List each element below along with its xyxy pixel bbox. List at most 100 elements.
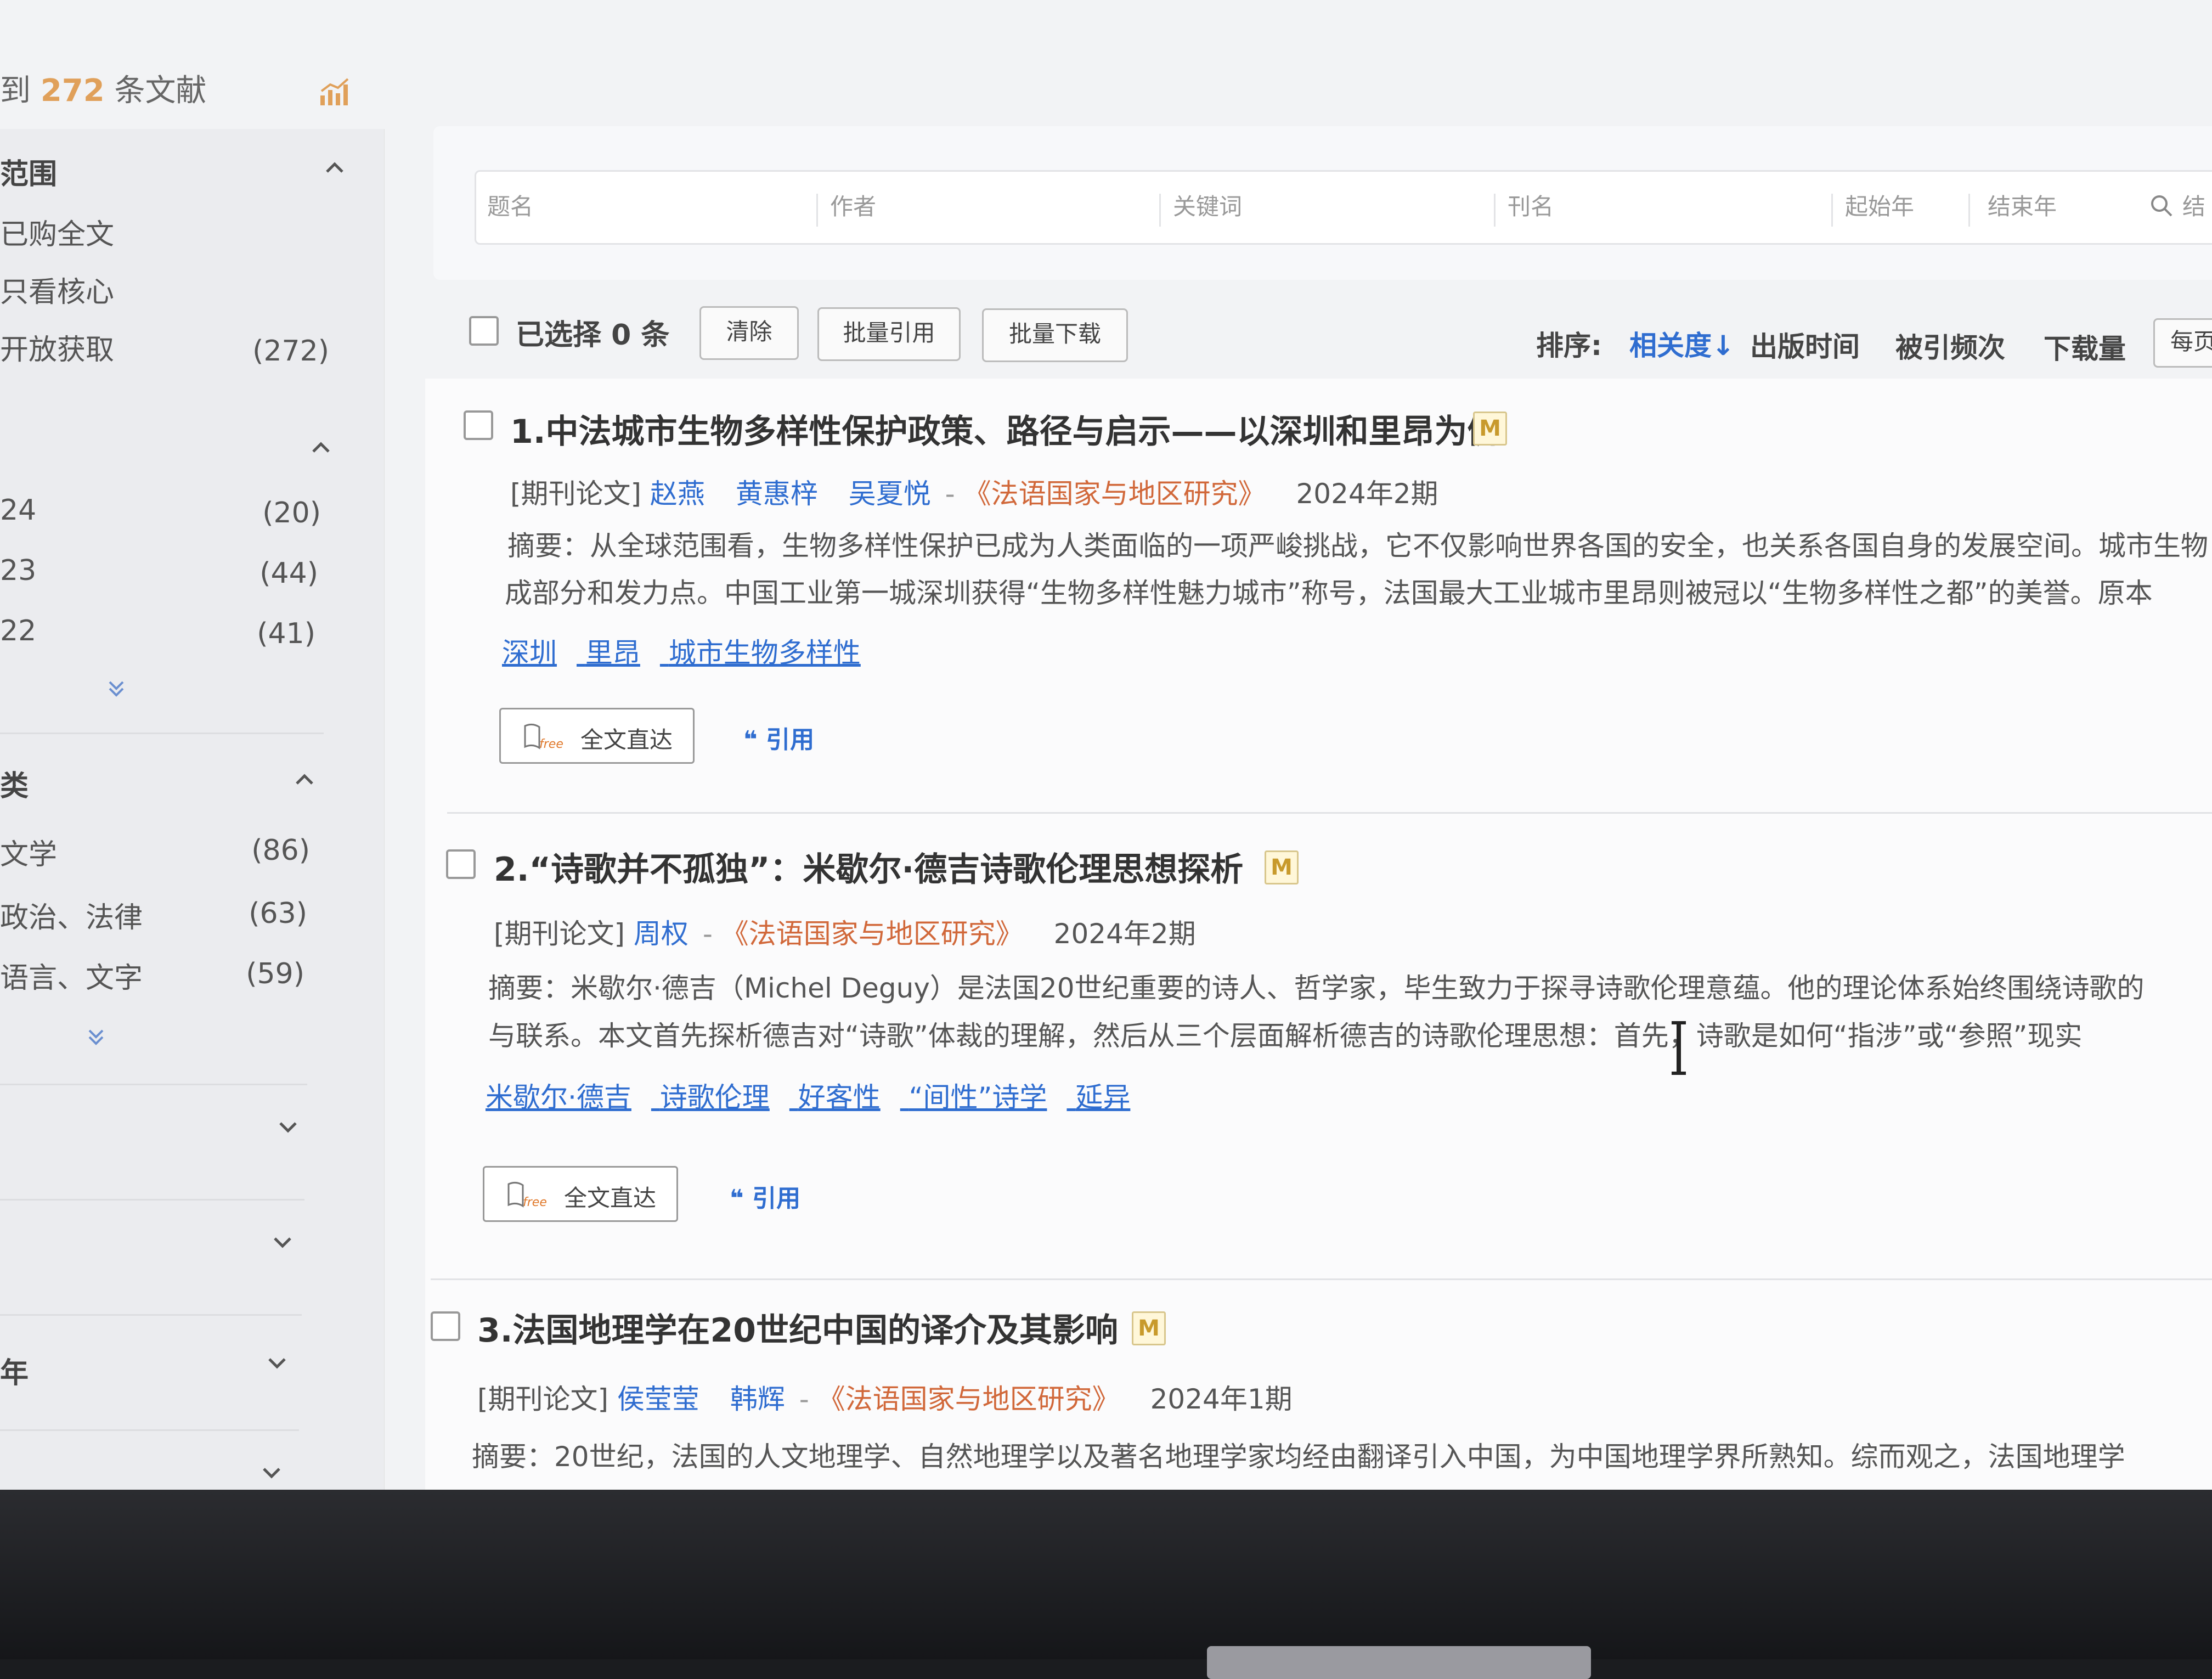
journal-link[interactable]: 《法语国家与地区研究》: [818, 1383, 1120, 1415]
text-cursor-icon: [1671, 1021, 1687, 1075]
keyword-link[interactable]: 城市生物多样性: [669, 637, 861, 669]
result-item: 1.中法城市生物多样性保护政策、路径与启示——以深圳和里昂为例 M [期刊论文]…: [425, 379, 2212, 823]
result-checkbox[interactable]: [446, 849, 476, 879]
result-checkbox[interactable]: [464, 410, 493, 440]
sort-label: 排序:: [1536, 330, 1602, 362]
journal-link[interactable]: 《法语国家与地区研究》: [721, 918, 1023, 950]
keyword-link[interactable]: 好客性: [798, 1081, 881, 1113]
expand-more-icon[interactable]: [105, 678, 127, 700]
full-text-button[interactable]: free 全文直达: [483, 1166, 678, 1222]
result-abstract-line: 摘要：从全球范围看，生物多样性保护已成为人类面临的一项严峻挑战，它不仅影响世界各…: [507, 530, 2208, 562]
keyword-link[interactable]: “间性”诗学: [909, 1081, 1047, 1113]
result-count: 到 272 条文献: [0, 66, 207, 110]
divider: [0, 1314, 302, 1316]
divider: [0, 733, 324, 734]
title-field[interactable]: 题名: [487, 188, 533, 222]
per-page-select[interactable]: 每页: [2153, 318, 2212, 368]
chevron-down-icon[interactable]: [277, 1117, 299, 1139]
author-field[interactable]: 作者: [830, 188, 876, 222]
result-abstract-line: 与联系。本文首先探析德吉对“诗歌”体裁的理解，然后从三个层面解析德吉的诗歌伦理思…: [488, 1020, 2083, 1052]
result-abstract-line: 摘要：米歇尔·德吉（Michel Deguy）是法国20世纪重要的诗人、哲学家，…: [488, 972, 2145, 1004]
field-separator: [816, 194, 818, 227]
result-issue: 2024年2期: [1296, 478, 1438, 510]
result-title[interactable]: 2.“诗歌并不孤独”：米歇尔·德吉诗歌伦理思想探析: [494, 843, 1243, 891]
sort-citations[interactable]: 被引频次: [1895, 326, 2005, 365]
chevron-down-icon[interactable]: [272, 1232, 294, 1254]
author-link[interactable]: 周权: [634, 918, 689, 950]
author-link[interactable]: 赵燕: [650, 478, 705, 510]
batch-download-button[interactable]: 批量下载: [982, 308, 1128, 362]
batch-cite-button[interactable]: 批量引用: [817, 307, 961, 361]
journal-field[interactable]: 刊名: [1508, 188, 1554, 222]
free-book-icon: free: [506, 1180, 550, 1209]
search-icon[interactable]: [2149, 194, 2174, 218]
result-issue: 2024年2期: [1053, 918, 1196, 950]
facet-item-literature[interactable]: 文学: [0, 831, 57, 872]
sort-downloads[interactable]: 下载量: [2044, 327, 2126, 367]
clear-button[interactable]: 清除: [699, 306, 799, 360]
chevron-up-icon[interactable]: [310, 436, 332, 458]
advanced-search-bar: 题名 作者 关键词 刊名 起始年 结束年 结: [475, 170, 2212, 245]
facet-count-2023: (44): [259, 557, 318, 590]
start-year-field[interactable]: 起始年: [1845, 188, 1914, 222]
author-link[interactable]: 侯莹莹: [617, 1383, 699, 1415]
facet-item-politics-law[interactable]: 政治、法律: [0, 894, 143, 936]
keyword-link[interactable]: 里昂: [585, 637, 640, 669]
quote-icon: ❝: [730, 1185, 753, 1213]
keyword-link[interactable]: 米歇尔·德吉: [486, 1081, 631, 1113]
keyword-link[interactable]: 深圳: [502, 637, 557, 669]
facet-item-purchased[interactable]: 已购全文: [0, 211, 114, 252]
facet-count-2024: (20): [262, 497, 321, 529]
search-in-results[interactable]: 结: [2182, 188, 2205, 222]
chevron-up-icon[interactable]: [294, 768, 315, 790]
journal-link[interactable]: 《法语国家与地区研究》: [964, 478, 1266, 510]
author-link[interactable]: 黄惠梓: [736, 478, 818, 510]
sort-publish-date[interactable]: 出版时间: [1750, 325, 1860, 364]
facet-item-year-2024[interactable]: 24: [0, 494, 36, 527]
filter-sidebar: 范围 已购全文 只看核心 开放获取 (272) 24 (20) 23 (44) …: [0, 129, 385, 1490]
divider: [431, 1278, 2212, 1280]
facet-count-politics-law: (63): [249, 897, 307, 930]
chevron-up-icon[interactable]: [324, 156, 346, 178]
count-suffix: 条文献: [114, 73, 207, 109]
author-link[interactable]: 吴夏悦: [849, 478, 931, 510]
result-abstract-line: 摘要：20世纪，法国的人文地理学、自然地理学以及著名地理学家均经由翻译引入中国，…: [472, 1441, 2125, 1473]
expand-more-icon[interactable]: [85, 1026, 107, 1048]
result-type: [期刊论文]: [494, 918, 625, 950]
facet-item-year-2023[interactable]: 23: [0, 554, 36, 587]
m-badge-icon: M: [1265, 850, 1299, 884]
facet-item-language[interactable]: 语言、文字: [0, 955, 143, 996]
author-link[interactable]: 韩辉: [730, 1383, 785, 1415]
analysis-chart-icon[interactable]: [318, 77, 351, 108]
full-text-button[interactable]: free 全文直达: [499, 708, 695, 764]
sort-relevance[interactable]: 相关度↓: [1629, 324, 1735, 363]
cite-link[interactable]: ❝ 引用: [730, 1179, 800, 1214]
result-title[interactable]: 1.中法城市生物多样性保护政策、路径与启示——以深圳和里昂为例: [510, 405, 1500, 453]
result-meta: [期刊论文] 赵燕 黄惠梓 吴夏悦 - 《法语国家与地区研究》 2024年2期: [510, 478, 1438, 510]
result-checkbox[interactable]: [431, 1311, 460, 1341]
result-abstract-line: 成部分和发力点。中国工业第一城深圳获得“生物多样性魅力城市”称号，法国最大工业城…: [505, 577, 2153, 609]
facet-item-open-access[interactable]: 开放获取: [0, 326, 114, 368]
cite-label: 引用: [752, 1185, 801, 1213]
end-year-field[interactable]: 结束年: [1988, 188, 2057, 222]
chevron-down-icon[interactable]: [261, 1462, 283, 1484]
screen: 到 272 条文献 范围 已购全文 只看核心 开放获取 (272) 24 (20…: [0, 0, 2212, 1490]
result-type: [期刊论文]: [477, 1383, 609, 1415]
full-text-label: 全文直达: [564, 1185, 657, 1212]
result-item: 3.法国地理学在20世纪中国的译介及其影响 M [期刊论文] 侯莹莹 韩辉 - …: [425, 1284, 2212, 1490]
full-text-label: 全文直达: [580, 726, 673, 753]
keyword-link[interactable]: 诗歌伦理: [660, 1081, 770, 1113]
result-title[interactable]: 3.法国地理学在20世纪中国的译介及其影响: [477, 1304, 1118, 1351]
facet-item-year-2022[interactable]: 22: [0, 615, 36, 647]
chevron-down-icon[interactable]: [266, 1353, 288, 1374]
results-toolbar: 已选择 0 条 清除 批量引用 批量下载 排序: 相关度↓ 出版时间 被引频次 …: [433, 296, 2212, 373]
select-all-checkbox[interactable]: [469, 316, 499, 346]
divider: [0, 1084, 307, 1085]
facet-year-title: 年: [0, 1357, 29, 1390]
keyword-link[interactable]: 延异: [1075, 1081, 1130, 1113]
keyword-field[interactable]: 关键词: [1173, 188, 1242, 222]
facet-item-core[interactable]: 只看核心: [0, 269, 114, 310]
selected-count: 已选择 0 条: [516, 319, 670, 352]
m-badge-icon: M: [1473, 412, 1507, 446]
cite-link[interactable]: ❝ 引用: [743, 720, 814, 755]
